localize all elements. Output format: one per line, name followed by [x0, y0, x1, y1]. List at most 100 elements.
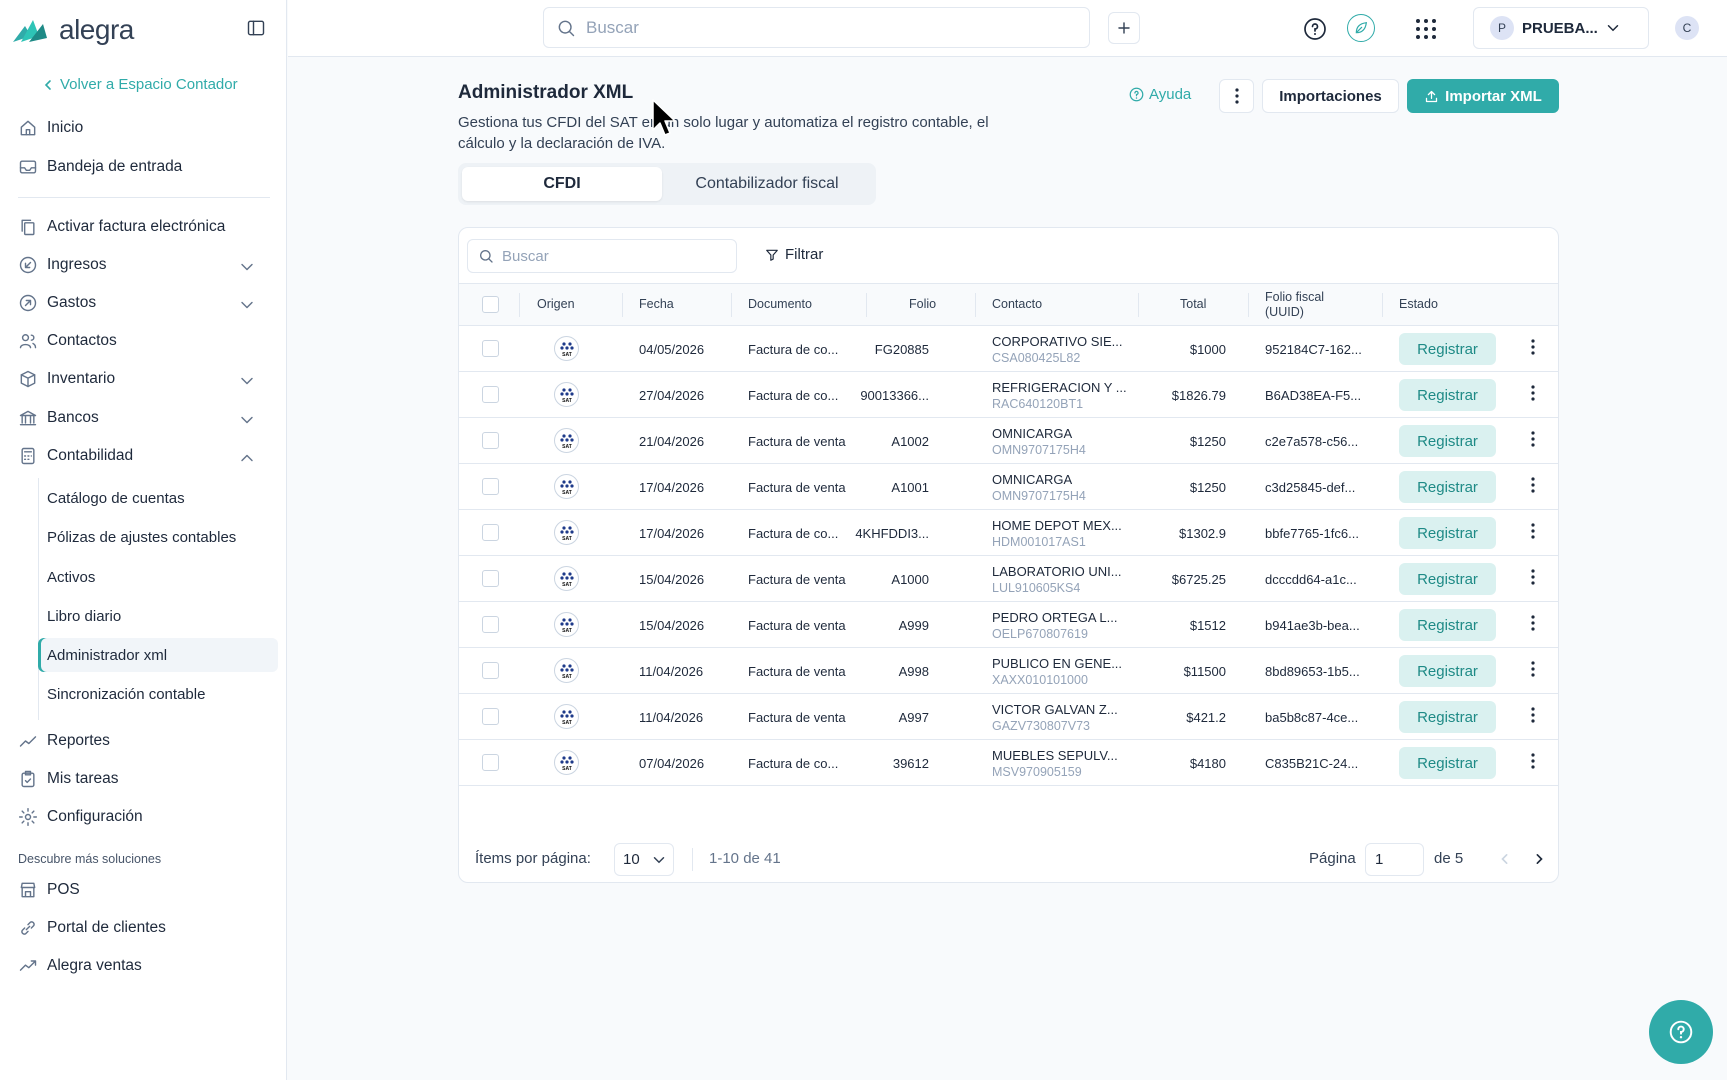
table-row[interactable]: SAT 11/04/2026 Factura de venta A998 $11500 8… [459, 648, 1558, 694]
kebab-icon [1531, 339, 1535, 355]
filter-button[interactable]: Filtrar [765, 246, 823, 263]
row-actions-button[interactable] [1531, 661, 1535, 677]
table-row[interactable]: SAT 07/04/2026 Factura de co... 39612 $4180 C… [459, 740, 1558, 786]
row-checkbox[interactable] [482, 340, 499, 357]
select-all-checkbox[interactable] [482, 296, 499, 313]
row-checkbox[interactable] [482, 754, 499, 771]
row-checkbox[interactable] [482, 662, 499, 679]
tab-contabilizador-fiscal[interactable]: Contabilizador fiscal [662, 167, 872, 201]
register-button[interactable]: Registrar [1399, 517, 1496, 549]
table-row[interactable]: SAT 15/04/2026 Factura de venta A999 $1512 b9… [459, 602, 1558, 648]
row-checkbox[interactable] [482, 570, 499, 587]
row-checkbox[interactable] [482, 478, 499, 495]
next-page-button[interactable] [1529, 849, 1549, 869]
company-selector[interactable]: P PRUEBA... [1473, 7, 1649, 49]
sidebar-item-pos[interactable]: POS [18, 875, 270, 905]
prev-page-button[interactable] [1495, 849, 1515, 869]
col-header-total[interactable]: Total [1180, 284, 1206, 325]
row-actions-button[interactable] [1531, 569, 1535, 585]
sidebar-item-ingresos[interactable]: Ingresos [18, 250, 270, 280]
row-actions-button[interactable] [1531, 615, 1535, 631]
row-checkbox[interactable] [482, 524, 499, 541]
sidebar-item-portal-clientes[interactable]: Portal de clientes [18, 913, 270, 943]
back-to-accountant-link[interactable]: Volver a Espacio Contador [42, 76, 238, 93]
sidebar-toggle-button[interactable] [246, 18, 266, 38]
table-row[interactable]: SAT 27/04/2026 Factura de co... 90013366...… [459, 372, 1558, 418]
sidebar-item-inventario[interactable]: Inventario [18, 364, 270, 394]
col-header-folio[interactable]: Folio [909, 284, 936, 325]
sidebar-item-configuracion[interactable]: Configuración [18, 802, 270, 832]
sidebar-item-contactos[interactable]: Contactos [18, 326, 270, 356]
register-button[interactable]: Registrar [1399, 563, 1496, 595]
table-row[interactable]: SAT 17/04/2026 Factura de venta A1001 $1250 c… [459, 464, 1558, 510]
sidebar-item-bandeja[interactable]: Bandeja de entrada [18, 152, 270, 182]
help-button[interactable] [1303, 17, 1327, 41]
sat-logo-icon: SAT [559, 617, 574, 633]
subitem-label: Libro diario [47, 607, 122, 625]
row-actions-button[interactable] [1531, 477, 1535, 493]
sidebar-subitem-libro-diario[interactable]: Libro diario [38, 599, 278, 633]
help-link[interactable]: Ayuda [1129, 86, 1191, 103]
sidebar-subitem-catalogo[interactable]: Catálogo de cuentas [38, 481, 278, 515]
row-actions-button[interactable] [1531, 523, 1535, 539]
import-xml-button[interactable]: Importar XML [1407, 79, 1559, 113]
alegra-assistant-button[interactable] [1347, 14, 1375, 42]
sidebar-subitem-sincronizacion[interactable]: Sincronización contable [38, 677, 278, 711]
alegra-logo[interactable]: alegra [11, 14, 134, 46]
page-number-input[interactable]: 1 [1365, 843, 1424, 876]
col-header-contacto[interactable]: Contacto [992, 284, 1042, 325]
sidebar-item-activar-factura[interactable]: Activar factura electrónica [18, 212, 270, 242]
register-button[interactable]: Registrar [1399, 379, 1496, 411]
user-avatar[interactable]: C [1675, 16, 1699, 40]
table-row[interactable]: SAT 11/04/2026 Factura de venta A997 $421.2 b… [459, 694, 1558, 740]
col-header-origen[interactable]: Origen [537, 284, 575, 325]
row-checkbox[interactable] [482, 386, 499, 403]
register-button[interactable]: Registrar [1399, 609, 1496, 641]
sidebar-item-label: Bancos [47, 409, 99, 426]
register-button[interactable]: Registrar [1399, 425, 1496, 457]
table-row[interactable]: SAT 04/05/2026 Factura de co... FG20885 $100… [459, 326, 1558, 372]
sidebar-item-inicio[interactable]: Inicio [18, 113, 270, 143]
row-checkbox[interactable] [482, 708, 499, 725]
sidebar-subitem-polizas[interactable]: Pólizas de ajustes contables [38, 520, 278, 554]
sidebar-item-reportes[interactable]: Reportes [18, 726, 270, 756]
global-search[interactable] [543, 7, 1090, 48]
sat-logo-icon: SAT [559, 525, 574, 541]
apps-grid-button[interactable] [1415, 18, 1437, 40]
register-button[interactable]: Registrar [1399, 333, 1496, 365]
sidebar-item-bancos[interactable]: Bancos [18, 403, 270, 433]
sidebar-item-mis-tareas[interactable]: Mis tareas [18, 764, 270, 794]
row-checkbox[interactable] [482, 432, 499, 449]
register-button[interactable]: Registrar [1399, 655, 1496, 687]
row-actions-button[interactable] [1531, 339, 1535, 355]
row-actions-button[interactable] [1531, 707, 1535, 723]
register-button[interactable]: Registrar [1399, 471, 1496, 503]
quick-add-button[interactable] [1108, 12, 1140, 44]
global-search-input[interactable] [586, 17, 1066, 38]
table-row[interactable]: SAT 21/04/2026 Factura de venta A1002 $1250 c… [459, 418, 1558, 464]
row-actions-button[interactable] [1531, 431, 1535, 447]
col-header-uuid[interactable]: Folio fiscal (UUID) [1248, 284, 1478, 325]
sidebar-item-gastos[interactable]: Gastos [18, 288, 270, 318]
tab-cfdi[interactable]: CFDI [462, 167, 662, 201]
register-button[interactable]: Registrar [1399, 747, 1496, 779]
table-search[interactable] [467, 239, 737, 273]
sidebar-item-contabilidad[interactable]: Contabilidad [18, 441, 270, 471]
imports-button[interactable]: Importaciones [1262, 79, 1399, 113]
help-chat-button[interactable] [1649, 1000, 1713, 1064]
sidebar-subitem-administrador-xml[interactable]: Administrador xml [38, 638, 278, 672]
sidebar-item-alegra-ventas[interactable]: Alegra ventas [18, 951, 270, 981]
more-options-button[interactable] [1219, 79, 1254, 113]
row-actions-button[interactable] [1531, 753, 1535, 769]
col-header-documento[interactable]: Documento [748, 284, 812, 325]
table-row[interactable]: SAT 15/04/2026 Factura de venta A1000 $6725.… [459, 556, 1558, 602]
sidebar-subitem-activos[interactable]: Activos [38, 560, 278, 594]
table-row[interactable]: SAT 17/04/2026 Factura de co... 4KHFDDI3...… [459, 510, 1558, 556]
register-button[interactable]: Registrar [1399, 701, 1496, 733]
row-actions-button[interactable] [1531, 385, 1535, 401]
col-header-estado[interactable]: Estado [1399, 284, 1438, 325]
row-checkbox[interactable] [482, 616, 499, 633]
table-search-input[interactable] [502, 247, 722, 265]
col-header-fecha[interactable]: Fecha [639, 284, 674, 325]
items-per-page-select[interactable]: 10 [614, 843, 674, 876]
